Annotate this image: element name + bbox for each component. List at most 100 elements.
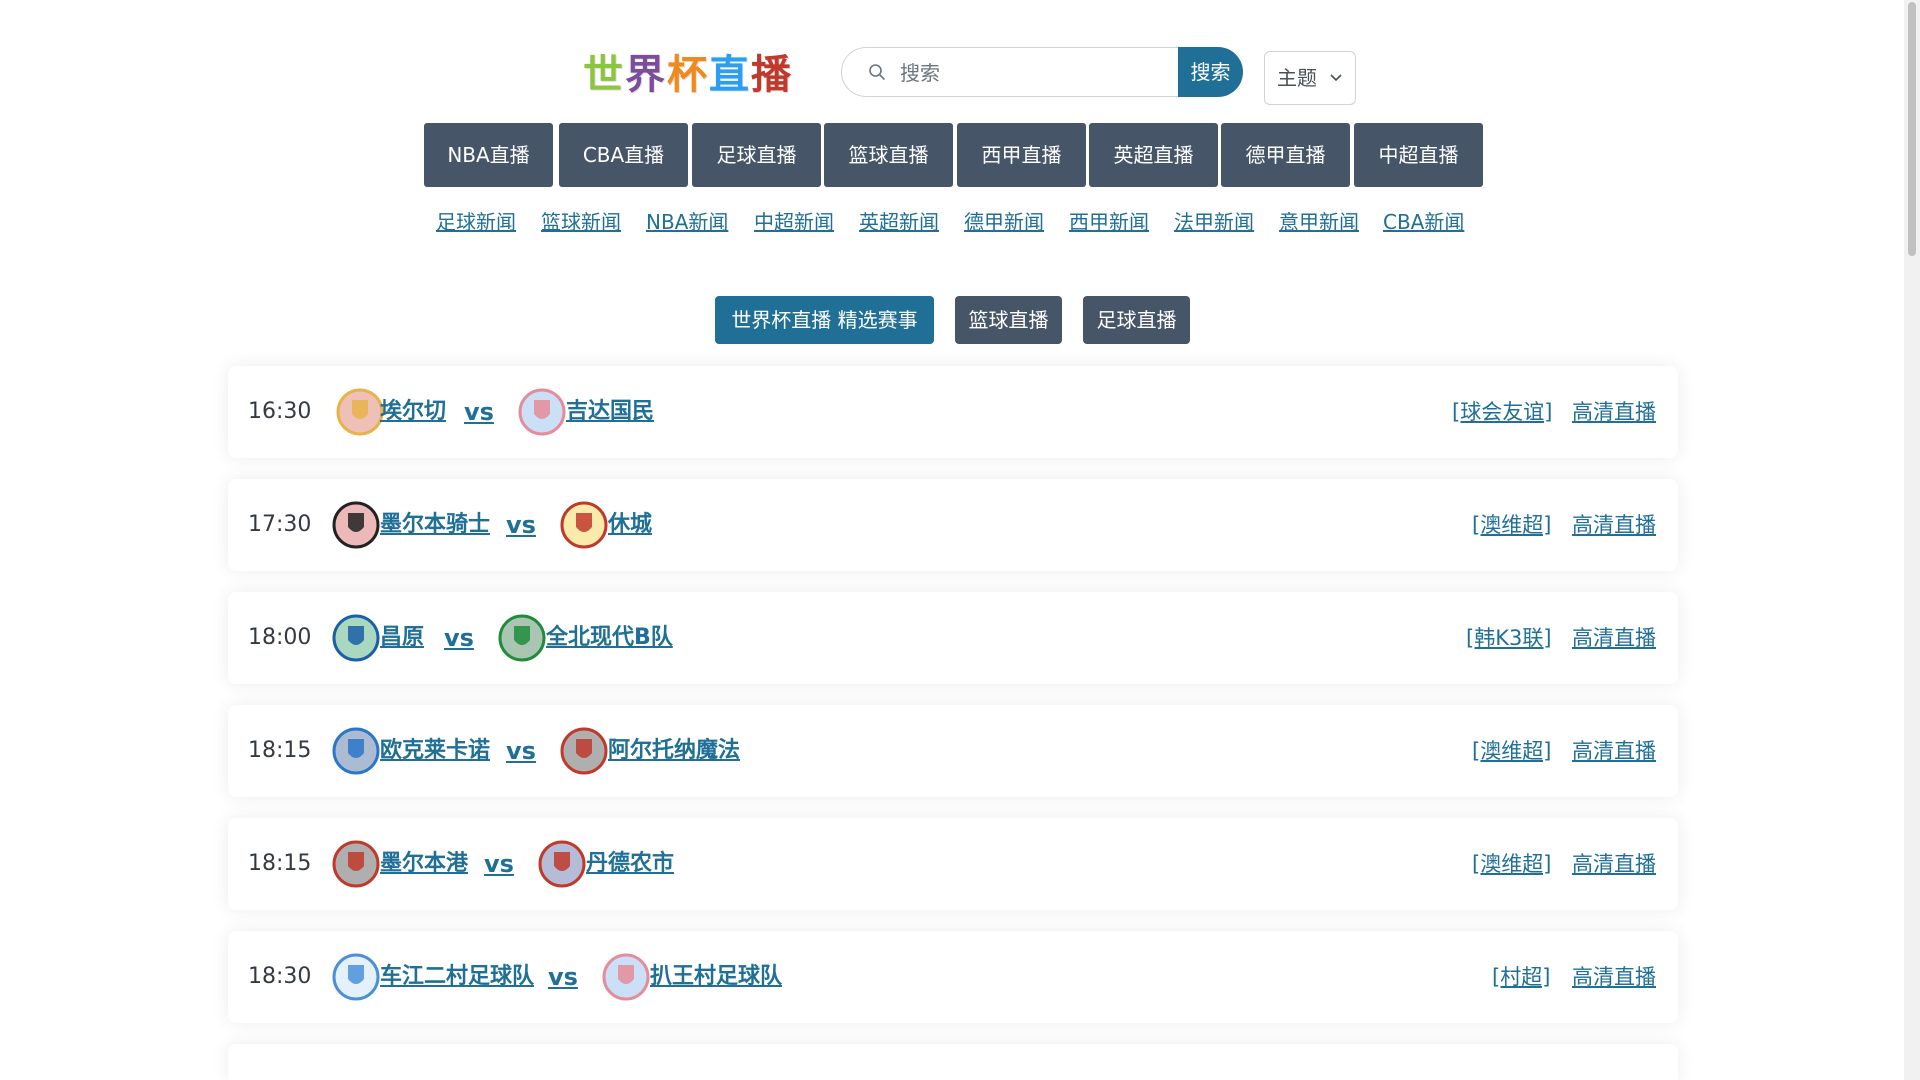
news-link-football[interactable]: 足球新闻 <box>436 205 516 239</box>
search-icon <box>869 64 885 80</box>
theme-label: 主题 <box>1277 66 1317 90</box>
match-card: 18:30 车江二村足球队 vs 扒王村足球队 [村超] 高清直播 <box>228 931 1678 1023</box>
chevron-down-icon <box>1330 74 1342 82</box>
home-team-crest-icon[interactable] <box>332 501 380 549</box>
hd-live-link[interactable]: 高清直播 <box>1572 705 1656 797</box>
vs-link[interactable]: vs <box>464 366 494 458</box>
nav-football-live[interactable]: 足球直播 <box>692 123 821 187</box>
away-team-crest-icon[interactable] <box>560 727 608 775</box>
away-team-crest-icon[interactable] <box>560 501 608 549</box>
logo-char: 直 <box>709 52 751 98</box>
search-button[interactable]: 搜索 <box>1178 47 1243 97</box>
news-link-basketball[interactable]: 篮球新闻 <box>541 205 621 239</box>
news-link-csl[interactable]: 中超新闻 <box>754 205 834 239</box>
filter-basketball[interactable]: 篮球直播 <box>955 296 1062 344</box>
home-team-crest-icon[interactable] <box>332 840 380 888</box>
match-card: 17:30 墨尔本骑士 vs 休城 [澳维超] 高清直播 <box>228 479 1678 571</box>
home-team-crest-icon[interactable] <box>336 388 384 436</box>
match-card: 18:15 欧克莱卡诺 vs 阿尔托纳魔法 [澳维超] 高清直播 <box>228 705 1678 797</box>
hd-live-link[interactable]: 高清直播 <box>1572 592 1656 684</box>
match-card <box>228 1044 1678 1080</box>
match-time: 18:30 <box>248 964 312 989</box>
theme-dropdown[interactable]: 主题 <box>1264 51 1356 105</box>
scrollbar-thumb[interactable] <box>1908 2 1916 256</box>
match-time: 17:30 <box>248 512 312 537</box>
home-team-link[interactable]: 墨尔本港 <box>380 818 468 910</box>
match-time: 16:30 <box>248 399 312 424</box>
home-team-link[interactable]: 昌原 <box>380 592 424 684</box>
filter-football[interactable]: 足球直播 <box>1083 296 1190 344</box>
match-card: 18:15 墨尔本港 vs 丹德农市 [澳维超] 高清直播 <box>228 818 1678 910</box>
logo-char: 世 <box>583 52 625 98</box>
logo-char: 界 <box>625 52 667 98</box>
match-card: 18:00 昌原 vs 全北现代B队 [韩K3联] 高清直播 <box>228 592 1678 684</box>
nav-nba-live[interactable]: NBA直播 <box>424 123 553 187</box>
league-link[interactable]: [澳维超] <box>1472 479 1551 571</box>
news-link-ligue1[interactable]: 法甲新闻 <box>1174 205 1254 239</box>
away-team-crest-icon <box>602 953 650 1001</box>
nav-bundesliga-live[interactable]: 德甲直播 <box>1221 123 1350 187</box>
nav-epl-live[interactable]: 英超直播 <box>1089 123 1218 187</box>
vs-link[interactable]: vs <box>484 818 514 910</box>
home-team-crest-icon <box>332 614 380 662</box>
hd-live-link[interactable]: 高清直播 <box>1572 818 1656 910</box>
home-team-link[interactable]: 埃尔切 <box>380 366 446 458</box>
hd-live-link[interactable]: 高清直播 <box>1572 931 1656 1023</box>
match-time: 18:15 <box>248 738 312 763</box>
match-time: 18:15 <box>248 851 312 876</box>
away-team-crest-icon[interactable] <box>518 388 566 436</box>
logo-char: 播 <box>751 52 793 98</box>
vs-link[interactable]: vs <box>506 479 536 571</box>
news-link-laliga[interactable]: 西甲新闻 <box>1069 205 1149 239</box>
home-team-link[interactable]: 车江二村足球队 <box>380 931 534 1023</box>
nav-csl-live[interactable]: 中超直播 <box>1354 123 1483 187</box>
away-team-crest-icon[interactable] <box>538 840 586 888</box>
away-team-crest-icon <box>518 388 566 436</box>
news-link-cba[interactable]: CBA新闻 <box>1383 205 1464 239</box>
home-team-crest-icon[interactable] <box>332 953 380 1001</box>
league-link[interactable]: [澳维超] <box>1472 818 1551 910</box>
home-team-crest-icon <box>332 727 380 775</box>
away-team-link[interactable]: 扒王村足球队 <box>650 931 782 1023</box>
league-link[interactable]: [澳维超] <box>1472 705 1551 797</box>
news-link-bundesliga[interactable]: 德甲新闻 <box>964 205 1044 239</box>
home-team-crest-icon[interactable] <box>332 727 380 775</box>
home-team-crest-icon <box>332 501 380 549</box>
home-team-crest-icon <box>332 953 380 1001</box>
nav-laliga-live[interactable]: 西甲直播 <box>957 123 1086 187</box>
away-team-crest-icon[interactable] <box>602 953 650 1001</box>
news-link-epl[interactable]: 英超新闻 <box>859 205 939 239</box>
news-link-nba[interactable]: NBA新闻 <box>646 205 728 239</box>
away-team-link[interactable]: 全北现代B队 <box>546 592 673 684</box>
away-team-link[interactable]: 休城 <box>608 479 652 571</box>
away-team-crest-icon <box>560 501 608 549</box>
match-time: 18:00 <box>248 625 312 650</box>
nav-cba-live[interactable]: CBA直播 <box>559 123 688 187</box>
nav-basketball-live[interactable]: 篮球直播 <box>824 123 953 187</box>
hd-live-link[interactable]: 高清直播 <box>1572 479 1656 571</box>
site-logo[interactable]: 世界杯直播 <box>583 50 793 100</box>
home-team-link[interactable]: 欧克莱卡诺 <box>380 705 490 797</box>
news-link-seriea[interactable]: 意甲新闻 <box>1279 205 1359 239</box>
away-team-crest-icon <box>498 614 546 662</box>
filter-featured[interactable]: 世界杯直播 精选赛事 <box>715 296 934 344</box>
vs-link[interactable]: vs <box>444 592 474 684</box>
match-card: 16:30 埃尔切 vs 吉达国民 [球会友谊] 高清直播 <box>228 366 1678 458</box>
vs-link[interactable]: vs <box>548 931 578 1023</box>
home-team-link[interactable]: 墨尔本骑士 <box>380 479 490 571</box>
page-scrollbar[interactable] <box>1904 0 1920 1080</box>
home-team-crest-icon[interactable] <box>332 614 380 662</box>
away-team-crest-icon <box>538 840 586 888</box>
away-team-link[interactable]: 阿尔托纳魔法 <box>608 705 740 797</box>
league-link[interactable]: [村超] <box>1492 931 1550 1023</box>
away-team-link[interactable]: 吉达国民 <box>566 366 654 458</box>
hd-live-link[interactable]: 高清直播 <box>1572 366 1656 458</box>
away-team-link[interactable]: 丹德农市 <box>586 818 674 910</box>
league-link[interactable]: [韩K3联] <box>1466 592 1552 684</box>
league-link[interactable]: [球会友谊] <box>1452 366 1552 458</box>
search-input[interactable] <box>898 48 1172 98</box>
search-bar: 搜索 <box>841 47 1243 98</box>
vs-link[interactable]: vs <box>506 705 536 797</box>
away-team-crest-icon[interactable] <box>498 614 546 662</box>
logo-char: 杯 <box>667 52 709 98</box>
